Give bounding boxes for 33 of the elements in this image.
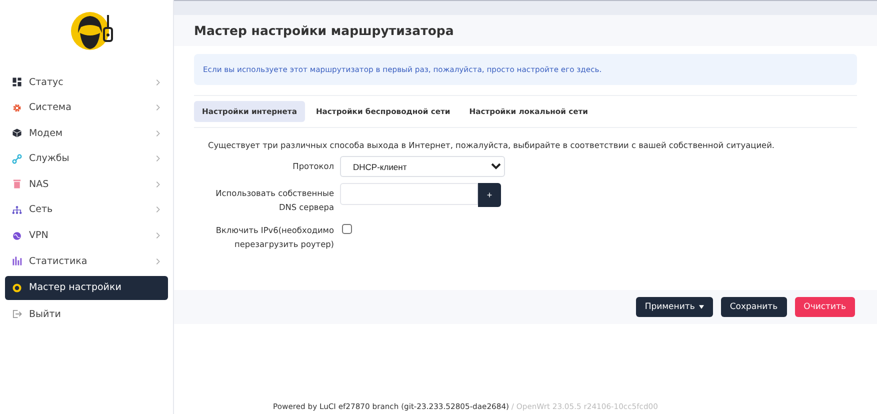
save-button[interactable]: Сохранить (720, 297, 787, 317)
page-title: Мастер настройки маршрутизатора (194, 23, 455, 38)
sidebar-item[interactable]: Модем (5, 122, 168, 144)
sidebar-item[interactable]: VPN (5, 224, 168, 247)
reset-button[interactable]: Очистить (794, 297, 855, 317)
sidebar-item[interactable]: Мастер настройки (5, 276, 168, 300)
sidebar-item[interactable]: Выйти (5, 303, 168, 326)
sidebar-item[interactable]: Статус (5, 71, 168, 93)
input-field[interactable] (340, 183, 478, 205)
caret-icon (698, 305, 704, 309)
sidebar-item[interactable]: Система (5, 96, 168, 119)
sidebar-item[interactable]: NAS (5, 173, 168, 196)
checkbox[interactable] (342, 224, 352, 234)
bar-chart-icon (12, 256, 22, 266)
field-label: Протокол (292, 160, 334, 173)
protocol-dropdown[interactable]: DHCP-клиент (340, 156, 505, 177)
network-icon (12, 204, 22, 215)
description-text: Существует три различных способа выхода в Интернет, пожалуйста, выбирайте в соответствии с вашей собственной ситуацией. (208, 140, 776, 150)
add-button[interactable]: + (478, 183, 501, 207)
gear-icon (12, 102, 22, 113)
sidebar-item[interactable]: Сеть (5, 198, 168, 221)
logo-icon (70, 11, 114, 51)
trash-icon (12, 179, 22, 190)
field-label: Использовать собственные DNS сервера (214, 187, 334, 214)
grid-icon (12, 77, 22, 87)
nodes-icon (12, 154, 22, 164)
globe-icon (12, 230, 22, 241)
logout-icon (12, 309, 22, 320)
field-label: Включить IPv6(необходимо перезагрузить роутер) (214, 224, 334, 251)
cube-icon (12, 128, 22, 138)
sidebar-item[interactable]: Службы (5, 148, 168, 170)
sidebar-item[interactable]: Статистика (5, 250, 168, 272)
apply-button[interactable]: Применить (636, 297, 713, 317)
